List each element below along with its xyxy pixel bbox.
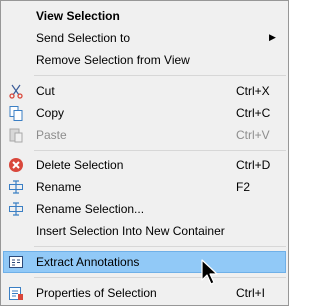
menu-item-shortcut: Ctrl+I xyxy=(236,286,266,300)
menu-item-label: Rename xyxy=(36,180,82,194)
menu-item-insert-selection[interactable]: Insert Selection Into New Container xyxy=(3,220,286,242)
menu-item-rename-selection[interactable]: Rename Selection... xyxy=(3,198,286,220)
menu-item-send-selection-to[interactable]: Send Selection to ▶ xyxy=(3,27,286,49)
menu-item-label: Delete Selection xyxy=(36,158,124,172)
menu-item-label: Rename Selection... xyxy=(36,202,145,216)
menu-item-cut[interactable]: Cut Ctrl+X xyxy=(3,80,286,102)
rename-selection-icon xyxy=(9,202,23,216)
menu-item-extract-annotations[interactable]: Extract Annotations xyxy=(3,251,286,273)
menu-item-rename[interactable]: Rename F2 xyxy=(3,176,286,198)
scissors-icon xyxy=(9,84,23,99)
menu-item-label: Paste xyxy=(36,128,67,142)
menu-item-label: Properties of Selection xyxy=(36,286,157,300)
menu-separator xyxy=(34,277,286,278)
menu-separator xyxy=(34,75,286,76)
delete-icon xyxy=(9,158,23,172)
menu-item-label: Copy xyxy=(36,106,65,120)
menu-item-properties-of-selection[interactable]: Properties of Selection Ctrl+I xyxy=(3,282,286,304)
menu-item-label: Insert Selection Into New Container xyxy=(36,224,225,238)
menu-item-paste[interactable]: Paste Ctrl+V xyxy=(3,124,286,146)
menu-item-shortcut: Ctrl+C xyxy=(236,106,271,120)
properties-icon xyxy=(9,287,23,300)
extract-annotations-icon xyxy=(9,256,23,268)
menu-separator xyxy=(34,150,286,151)
paste-icon xyxy=(9,128,23,143)
rename-icon xyxy=(9,180,23,194)
copy-icon xyxy=(9,106,23,121)
menu-item-label: View Selection xyxy=(36,9,120,23)
menu-item-shortcut: Ctrl+V xyxy=(236,128,270,142)
menu-separator xyxy=(34,246,286,247)
menu-item-remove-selection[interactable]: Remove Selection from View xyxy=(3,49,286,71)
menu-item-label: Remove Selection from View xyxy=(36,53,190,67)
menu-item-label: Send Selection to xyxy=(36,31,131,45)
menu-item-delete-selection[interactable]: Delete Selection Ctrl+D xyxy=(3,154,286,176)
menu-item-shortcut: Ctrl+X xyxy=(236,84,270,98)
menu-item-shortcut: F2 xyxy=(236,180,251,194)
menu-item-shortcut: Ctrl+D xyxy=(236,158,271,172)
context-menu: View Selection Send Selection to ▶ Remov… xyxy=(0,0,289,306)
menu-item-copy[interactable]: Copy Ctrl+C xyxy=(3,102,286,124)
menu-item-label: Cut xyxy=(36,84,55,98)
menu-item-view-selection[interactable]: View Selection xyxy=(3,5,286,27)
chevron-right-icon: ▶ xyxy=(269,32,276,42)
menu-item-label: Extract Annotations xyxy=(36,255,140,269)
mouse-pointer-icon xyxy=(201,259,218,285)
